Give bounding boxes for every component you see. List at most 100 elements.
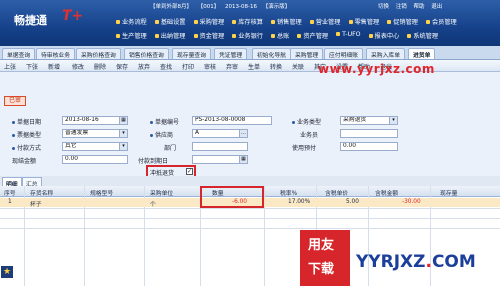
menu-item-sales[interactable]: 销售管理 [267,15,306,27]
menu-row-1: 业务流程 基础设置 采购管理 库存核算 销售管理 营业管理 零售管理 促销管理 … [112,15,461,27]
writeoff-checkbox[interactable]: ✓ [186,168,193,175]
tab-doc-query[interactable]: 单据查询 [2,48,36,59]
menu-item-business[interactable]: 营业管理 [306,15,345,27]
menu-item-promo[interactable]: 促销管理 [383,15,422,27]
cell-name[interactable]: 杯子 [30,199,42,208]
document-tabs: 单据查询 待审核业务 采购价格查询 销售价格查询 现存量查询 凭证管理 初始化导… [0,46,500,60]
paymode-label: 付款方式 [12,143,41,152]
number-field[interactable]: PS-2013-08-0008 [192,116,272,125]
tab-purchase-receipt[interactable]: 采购入库单 [366,48,405,59]
required-icon [150,134,153,137]
next-button[interactable]: 下张 [26,62,38,71]
unapprove-button[interactable]: 弃审 [226,62,238,71]
convert-button[interactable]: 转换 [270,62,282,71]
row-divider [0,228,500,229]
link-button[interactable]: 关联 [292,62,304,71]
calendar-icon[interactable]: ▦ [119,117,127,124]
clerk-label: 业务员 [300,132,319,139]
help-link[interactable]: 帮助 [414,4,425,10]
cell-tax[interactable]: 17.00% [288,199,310,205]
invoice-select[interactable]: 普通发票 ▾ [62,129,128,138]
tab-pending-review[interactable]: 待审核业务 [36,48,75,59]
date-field[interactable]: 2013-08-16 ▦ [62,116,128,125]
chevron-down-icon[interactable]: ▾ [119,143,127,150]
star-icon[interactable]: ★ [1,266,13,278]
supplier-field[interactable]: A… [192,129,248,138]
menu-item-basic[interactable]: 基础设置 [151,15,190,27]
cell-no: 1 [8,199,12,205]
menu-item-assets[interactable]: 资产管理 [293,29,332,41]
tab-sales-price[interactable]: 销售价格查询 [124,48,169,59]
cash-label: 现结金额 [12,158,37,165]
prepay-field[interactable]: 0.00 [340,142,398,151]
required-icon [12,134,15,137]
menu-item-system[interactable]: 系统管理 [403,29,442,41]
prepay-label: 使用预付 [292,145,317,152]
cell-amount[interactable]: -30.00 [402,199,421,205]
prev-button[interactable]: 上张 [4,62,16,71]
menu-icon [154,20,159,24]
tab-purchase-price[interactable]: 采购价格查询 [76,48,121,59]
tab-purchase-mgmt[interactable]: 采购管理 [290,48,324,59]
required-icon [12,121,15,124]
paymode-select[interactable]: 其它 ▾ [62,142,128,151]
menu-item-purchase[interactable]: 采购管理 [190,15,229,27]
logo-text: 畅捷通 [14,14,47,27]
app-logo: 畅捷通 T+ [4,4,83,28]
col-no: 序号 [4,191,16,197]
tab-voucher[interactable]: 凭证管理 [214,48,248,59]
menu-item-reports[interactable]: 报表中心 [365,29,404,41]
account-name: 【单到外部8月】 [150,4,192,10]
brand-badge-line1: 用友 [308,238,335,253]
menu-item-flow[interactable]: 业务流程 [112,15,151,27]
account-code: 【001】 [197,4,220,10]
biztype-label: 业务类型 [292,117,321,126]
menu-item-bank[interactable]: 业务银行 [228,29,267,41]
switch-link[interactable]: 切换 [378,4,389,10]
new-button[interactable]: 新增 [48,62,60,71]
menu-item-inventory[interactable]: 库存核算 [228,15,267,27]
delete-button[interactable]: 删除 [94,62,106,71]
menu-icon [407,34,412,38]
dept-field[interactable] [192,142,248,151]
exit-link[interactable]: 退出 [431,4,442,10]
menu-item-member[interactable]: 会员管理 [422,15,461,27]
menu-icon [297,34,302,38]
biztype-select[interactable]: 采购退货 ▾ [340,116,398,125]
tab-stock-query[interactable]: 现存量查询 [172,48,211,59]
col-price: 含税单价 [325,191,349,197]
discard-button[interactable]: 放弃 [138,62,150,71]
calendar-icon[interactable]: ▦ [239,156,247,163]
cell-price[interactable]: 5.00 [346,199,359,205]
cash-field[interactable]: 0.00 [62,155,128,164]
menu-item-production[interactable]: 生产管理 [112,29,151,41]
login-date: 2013-08-16 [225,4,257,10]
clerk-field[interactable] [340,129,398,138]
menu-item-ledger[interactable]: 总账 [267,29,293,41]
menu-item-funds[interactable]: 资金管理 [190,29,229,41]
print-button[interactable]: 打印 [182,62,194,71]
menu-item-cashier[interactable]: 出纳管理 [151,29,190,41]
chevron-down-icon[interactable]: ▾ [389,117,397,124]
site-watermark: www.yyrjxz.com [318,62,435,76]
edit-button[interactable]: 修改 [72,62,84,71]
required-icon [12,147,15,150]
generate-button[interactable]: 生单 [248,62,260,71]
paydate-field[interactable]: ▦ [192,155,248,164]
status-line: 【单到外部8月】 【001】 2013-08-16 【演示版】 [150,2,294,10]
menu-icon [232,34,237,38]
cell-unit[interactable]: 个 [150,199,156,208]
approve-button[interactable]: 审核 [204,62,216,71]
chevron-down-icon[interactable]: ▾ [119,130,127,137]
lookup-icon[interactable]: … [239,130,247,137]
menu-item-tufo[interactable]: T-UFO [332,29,364,41]
tab-purchase-order[interactable]: 进货单 [408,48,436,59]
logo-mark: T+ [62,8,84,24]
find-button[interactable]: 查找 [160,62,172,71]
menu-item-retail[interactable]: 零售管理 [345,15,384,27]
tab-init-nav[interactable]: 初始化导航 [252,48,291,59]
tab-payable-detail[interactable]: 应付明细账 [324,48,363,59]
save-button[interactable]: 保存 [116,62,128,71]
menu-icon [116,34,120,38]
logout-link[interactable]: 注销 [396,4,407,10]
